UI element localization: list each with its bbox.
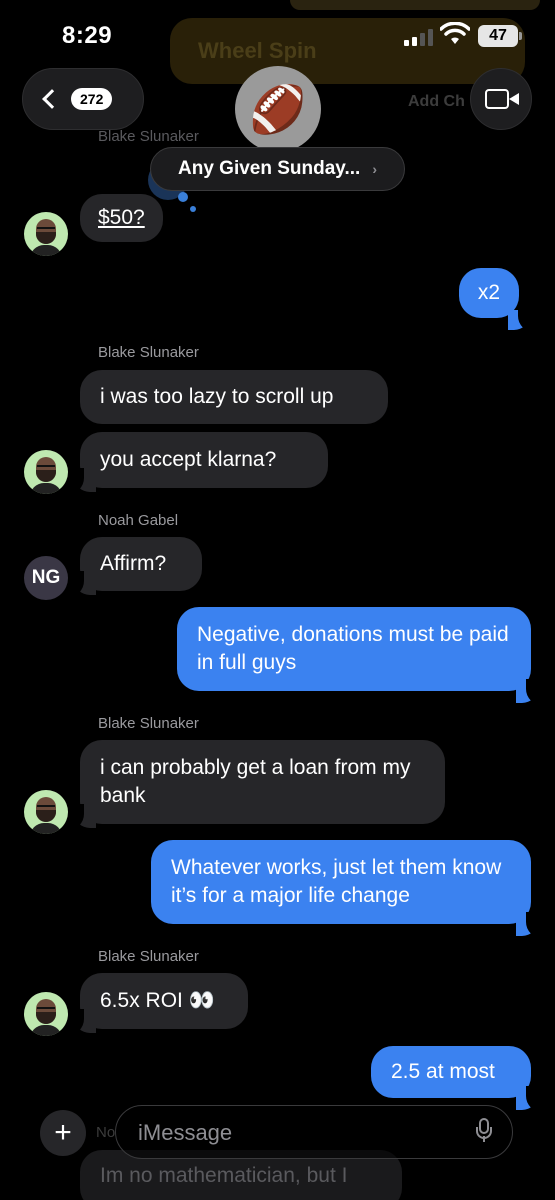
chevron-right-icon: › bbox=[372, 161, 377, 177]
group-avatar[interactable]: 🏈 bbox=[235, 66, 321, 152]
unread-count-badge: 272 bbox=[71, 88, 113, 110]
message-text: Whatever works, just let them know it’s … bbox=[171, 856, 502, 907]
sender-name: Blake Slunaker bbox=[98, 715, 199, 732]
plus-button[interactable]: + bbox=[40, 1110, 86, 1156]
facetime-video-button[interactable] bbox=[470, 68, 532, 130]
ghost-add-label: Add Ch bbox=[408, 93, 465, 110]
message-text-partial: Im no mathematician, but I bbox=[100, 1164, 348, 1187]
message-text: Negative, donations must be paid in full… bbox=[197, 623, 509, 674]
status-time: 8:29 bbox=[62, 22, 113, 49]
avatar[interactable] bbox=[24, 992, 68, 1036]
avatar[interactable] bbox=[24, 450, 68, 494]
message-bubble-incoming[interactable]: Affirm? bbox=[80, 537, 202, 591]
ghost-background-bubble bbox=[290, 0, 540, 10]
message-bubble-outgoing[interactable]: Negative, donations must be paid in full… bbox=[177, 607, 531, 691]
typing-dot bbox=[190, 206, 196, 212]
chevron-left-icon bbox=[42, 89, 62, 109]
sender-name: Blake Slunaker bbox=[98, 948, 199, 965]
group-name: Any Given Sunday... bbox=[178, 158, 361, 179]
sender-name: Blake Slunaker bbox=[98, 344, 199, 361]
message-text: 2.5 at most bbox=[391, 1060, 495, 1083]
message-text[interactable]: $50? bbox=[98, 204, 145, 232]
message-text: i can probably get a loan from my bank bbox=[100, 756, 411, 807]
ghost-sender-name: No bbox=[96, 1124, 116, 1141]
avatar[interactable]: NG bbox=[24, 556, 68, 600]
message-text: i was too lazy to scroll up bbox=[100, 385, 334, 408]
avatar[interactable] bbox=[24, 212, 68, 256]
sender-name: Blake Slunaker bbox=[98, 128, 199, 145]
message-text: x2 bbox=[477, 281, 501, 304]
message-text: Affirm? bbox=[100, 552, 167, 575]
avatar[interactable] bbox=[24, 790, 68, 834]
video-camera-icon bbox=[485, 89, 519, 109]
message-bubble-incoming[interactable]: i was too lazy to scroll up bbox=[80, 370, 388, 424]
message-text: you accept klarna? bbox=[100, 448, 277, 471]
message-bubble-outgoing[interactable]: 2.5 at most bbox=[371, 1046, 531, 1098]
back-button[interactable]: 272 bbox=[22, 68, 144, 130]
ghost-app-title: Wheel Spin bbox=[198, 38, 317, 63]
group-name-pill[interactable]: Any Given Sunday... › bbox=[150, 147, 405, 191]
message-bubble-outgoing[interactable]: Whatever works, just let them know it’s … bbox=[151, 840, 531, 924]
cellular-signal-icon bbox=[404, 28, 434, 46]
message-bubble-incoming[interactable]: $50? bbox=[80, 194, 163, 242]
message-text: 6.5x ROI 👀 bbox=[100, 989, 215, 1012]
message-bubble-incoming[interactable]: you accept klarna? bbox=[80, 432, 328, 488]
typing-dot bbox=[178, 192, 188, 202]
microphone-icon[interactable] bbox=[476, 1118, 492, 1144]
input-placeholder: iMessage bbox=[138, 1120, 233, 1145]
sender-name: Noah Gabel bbox=[98, 512, 179, 529]
message-bubble-incoming[interactable]: 6.5x ROI 👀 bbox=[80, 973, 248, 1029]
battery-icon: 47 bbox=[478, 25, 522, 47]
wifi-icon bbox=[440, 22, 470, 44]
message-bubble-incoming[interactable]: i can probably get a loan from my bank bbox=[80, 740, 445, 824]
